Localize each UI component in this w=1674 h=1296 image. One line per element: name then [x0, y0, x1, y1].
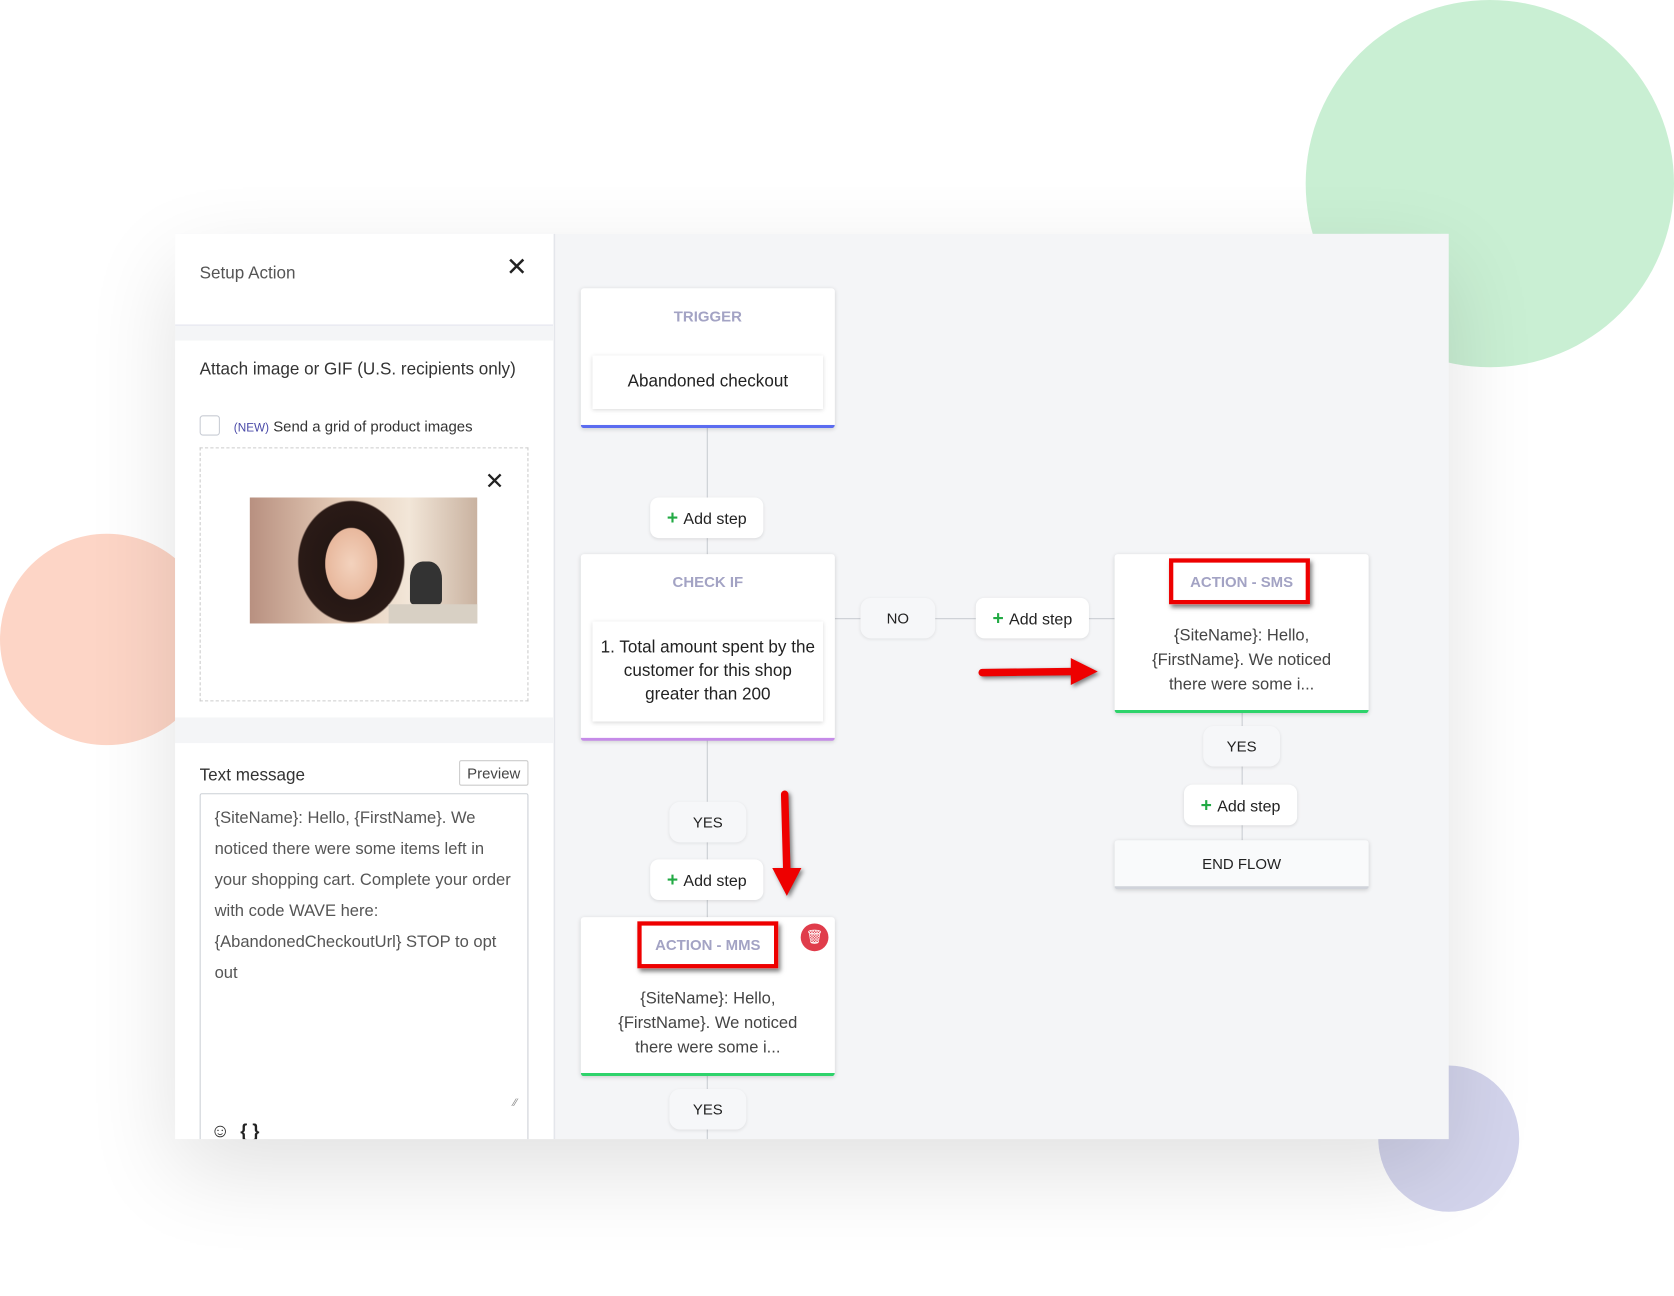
arrow-down: [780, 790, 791, 875]
annotation-arrows: [772, 658, 1098, 896]
arrow-right: [978, 667, 1081, 677]
flow-editor-window: Setup Action ✕ Attach image or GIF (U.S.…: [175, 233, 1449, 1140]
arrow-right-head: [1070, 658, 1098, 685]
arrow-down-head: [772, 867, 802, 896]
